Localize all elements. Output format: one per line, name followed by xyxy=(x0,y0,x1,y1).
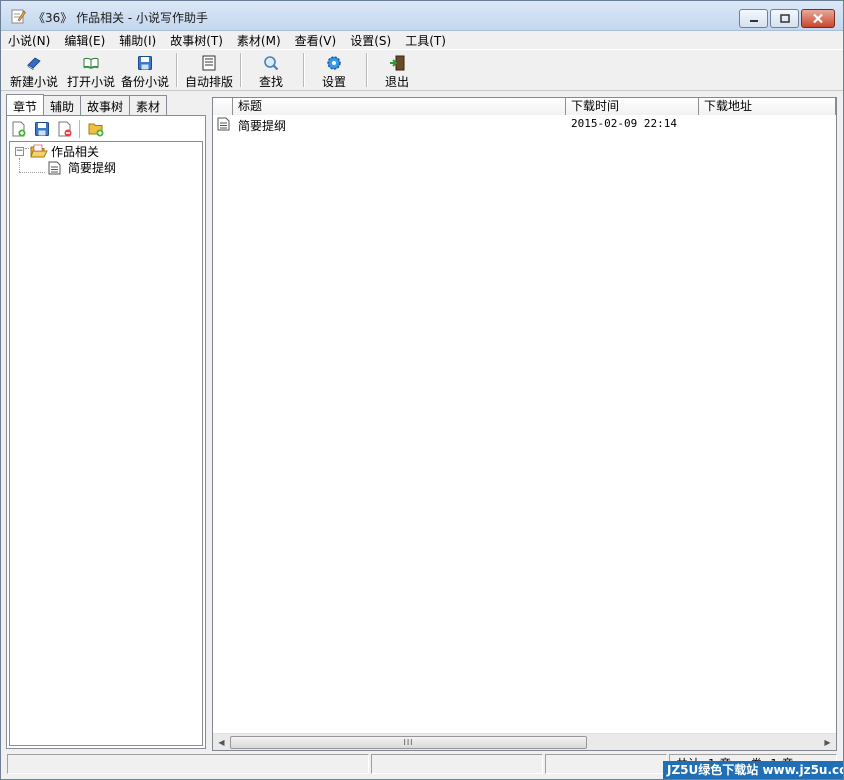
tab-material[interactable]: 素材 xyxy=(129,95,168,115)
menu-view[interactable]: 查看(V) xyxy=(288,32,344,49)
left-tabs: 章节 辅助 故事树 素材 xyxy=(6,94,168,116)
tree-connector xyxy=(19,158,20,172)
menu-bar: 小说(N) 编辑(E) 辅助(I) 故事树(T) 素材(M) 查看(V) 设置(… xyxy=(1,31,843,49)
document-icon xyxy=(217,117,230,131)
chapter-toolbar xyxy=(10,119,110,139)
tab-chapters[interactable]: 章节 xyxy=(6,94,45,115)
chapter-list: 标题 下载时间 下载地址 简要提纲 2015-02-09 22:14 ◀ III… xyxy=(212,97,837,751)
chapters-panel: − 作品相关 简要提纲 xyxy=(6,115,206,749)
column-time-header[interactable]: 下载时间 xyxy=(566,98,699,115)
status-panel-2 xyxy=(371,754,543,774)
menu-tools[interactable]: 工具(T) xyxy=(398,32,453,49)
window-title: 《36》 作品相关 - 小说写作助手 xyxy=(33,11,209,25)
tree-node-child[interactable]: 简要提纲 xyxy=(47,159,116,176)
toolbar-separator xyxy=(240,53,242,87)
close-icon xyxy=(813,13,823,24)
close-button[interactable] xyxy=(801,9,835,28)
tab-story-tree[interactable]: 故事树 xyxy=(80,95,131,115)
tab-assist[interactable]: 辅助 xyxy=(43,95,82,115)
app-window: 《36》 作品相关 - 小说写作助手 小说(N) 编辑(E) 辅助(I) 故事树… xyxy=(0,0,844,780)
new-book-icon xyxy=(27,57,41,71)
new-novel-label: 新建小说 xyxy=(10,75,59,89)
column-title-header[interactable]: 标题 xyxy=(233,98,566,115)
backup-novel-button[interactable]: 备份小说 xyxy=(121,52,169,90)
tree-root-label: 作品相关 xyxy=(51,145,100,159)
open-novel-button[interactable]: 打开小说 xyxy=(67,52,115,90)
toolbar-separator xyxy=(366,53,368,87)
tree-connector xyxy=(19,172,45,173)
toolbar-separator xyxy=(176,53,178,87)
list-header: 标题 下载时间 下载地址 xyxy=(213,98,836,115)
find-button[interactable]: 查找 xyxy=(259,52,283,90)
status-bar: 共计: 1 章 ... 卷: 1 章 JZ5U绿色下载站 www.jz5u.co… xyxy=(1,753,843,779)
scroll-thumb[interactable]: III xyxy=(230,736,587,749)
chapter-tree[interactable]: − 作品相关 简要提纲 xyxy=(9,141,203,746)
tree-connector xyxy=(25,148,31,149)
left-pane: 章节 辅助 故事树 素材 − 作品相关 简要提纲 xyxy=(6,94,206,749)
open-book-icon xyxy=(83,57,99,69)
tree-node-root[interactable]: − 作品相关 xyxy=(15,143,99,160)
floppy-disk-icon xyxy=(138,56,152,70)
delete-document-icon[interactable] xyxy=(56,120,74,138)
menu-novel[interactable]: 小说(N) xyxy=(1,32,57,49)
find-label: 查找 xyxy=(259,75,284,89)
mini-toolbar-separator xyxy=(79,120,81,138)
magnifier-icon xyxy=(264,56,279,71)
add-document-icon[interactable] xyxy=(10,120,28,138)
column-url-header[interactable]: 下载地址 xyxy=(699,98,836,115)
app-pencil-icon xyxy=(11,9,26,24)
maximize-icon xyxy=(779,14,790,23)
menu-assist[interactable]: 辅助(I) xyxy=(112,32,163,49)
maximize-button[interactable] xyxy=(770,9,799,28)
exit-door-icon xyxy=(390,55,405,71)
column-icon-header[interactable] xyxy=(213,98,233,115)
menu-material[interactable]: 素材(M) xyxy=(230,32,288,49)
scroll-left-icon[interactable]: ◀ xyxy=(213,734,230,751)
gear-icon xyxy=(327,56,341,70)
title-bar[interactable]: 《36》 作品相关 - 小说写作助手 xyxy=(1,1,843,31)
menu-edit[interactable]: 编辑(E) xyxy=(57,32,112,49)
toolbar: 新建小说 打开小说 备份小说 自动排版 查找 设置 退出 xyxy=(1,49,843,91)
backup-novel-label: 备份小说 xyxy=(121,75,170,89)
row-title: 简要提纲 xyxy=(238,119,287,133)
scroll-right-icon[interactable]: ▶ xyxy=(819,734,836,751)
status-panel-1 xyxy=(7,754,369,774)
open-novel-label: 打开小说 xyxy=(67,75,116,89)
settings-button[interactable]: 设置 xyxy=(322,52,346,90)
collapse-icon[interactable]: − xyxy=(15,147,24,156)
minimize-button[interactable] xyxy=(739,9,768,28)
status-panel-3 xyxy=(545,754,667,774)
save-document-icon[interactable] xyxy=(33,120,51,138)
open-folder-icon xyxy=(30,144,48,157)
watermark-logo: JZ5U绿色下载站 www.jz5u.com xyxy=(663,761,843,779)
toolbar-separator xyxy=(303,53,305,87)
document-lines-icon xyxy=(202,55,216,71)
tree-child-label: 简要提纲 xyxy=(68,161,117,175)
menu-story-tree[interactable]: 故事树(T) xyxy=(163,32,230,49)
auto-layout-label: 自动排版 xyxy=(185,75,234,89)
new-novel-button[interactable]: 新建小说 xyxy=(10,52,58,90)
horizontal-scrollbar[interactable]: ◀ III ▶ xyxy=(213,733,836,750)
exit-label: 退出 xyxy=(385,75,410,89)
minimize-icon xyxy=(749,19,758,22)
document-icon xyxy=(48,161,61,174)
auto-layout-button[interactable]: 自动排版 xyxy=(185,52,233,90)
row-time: 2015-02-09 22:14 xyxy=(571,117,677,130)
exit-button[interactable]: 退出 xyxy=(385,52,409,90)
add-folder-icon[interactable] xyxy=(87,120,105,138)
settings-label: 设置 xyxy=(322,75,347,89)
scroll-grip: III xyxy=(403,738,414,747)
menu-settings[interactable]: 设置(S) xyxy=(343,32,398,49)
list-item[interactable]: 简要提纲 2015-02-09 22:14 xyxy=(213,116,836,134)
